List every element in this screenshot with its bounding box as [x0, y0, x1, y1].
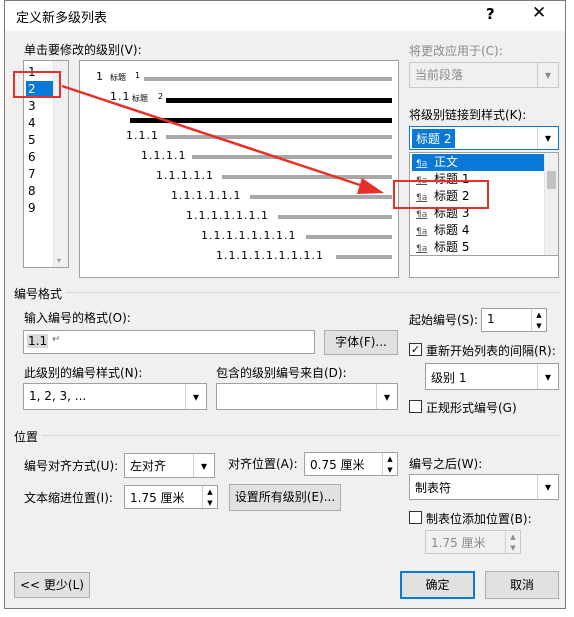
paragraph-mark-icon: ↵	[52, 334, 61, 345]
tab-add-label: 制表位添加位置(B):	[426, 512, 532, 526]
tab-add-value: 1.75 厘米	[431, 536, 486, 550]
align-value: 左对齐	[130, 459, 167, 473]
position-section-label: 位置	[14, 430, 39, 444]
spin-up-icon[interactable]: ▲	[383, 453, 397, 464]
spin-down-icon[interactable]: ▼	[532, 320, 546, 331]
number-style-label: 此级别的编号样式(N):	[24, 366, 143, 380]
align-at-spinner[interactable]: 0.75 厘米 ▲ ▼	[304, 452, 398, 476]
number-format-section-label: 编号格式	[14, 287, 63, 301]
less-button[interactable]: << 更少(L)	[14, 572, 90, 598]
start-at-label: 起始编号(S):	[409, 313, 479, 327]
spin-up-icon[interactable]: ▲	[203, 486, 217, 497]
restart-level-value: 级别 1	[431, 371, 467, 385]
spin-down-icon[interactable]: ▼	[203, 497, 217, 508]
follow-combo[interactable]: 制表符 ▾	[409, 474, 559, 500]
spin-down-icon[interactable]: ▼	[383, 464, 397, 475]
legal-label: 正规形式编号(G)	[426, 401, 517, 415]
follow-value: 制表符	[415, 481, 452, 495]
section-divider	[66, 292, 560, 293]
align-label: 编号对齐方式(U):	[24, 459, 119, 473]
format-value: 1.1	[27, 334, 49, 348]
cancel-button[interactable]: 取消	[485, 571, 559, 599]
font-button[interactable]: 字体(F)...	[324, 330, 398, 355]
indent-spinner[interactable]: 1.75 厘米 ▲ ▼	[124, 485, 218, 509]
tab-add-checkbox[interactable]	[409, 511, 422, 524]
format-label: 输入编号的格式(O):	[24, 311, 131, 325]
align-combo[interactable]: 左对齐 ▾	[124, 453, 215, 478]
check-icon: ✓	[410, 343, 421, 356]
align-at-label: 对齐位置(A):	[228, 457, 298, 471]
tab-add-spinner[interactable]: 1.75 厘米 ▲ ▼	[425, 530, 521, 554]
indent-value: 1.75 厘米	[130, 491, 185, 505]
include-level-combo[interactable]: ▾	[216, 383, 398, 410]
restart-level-combo[interactable]: 级别 1 ▾	[425, 363, 559, 390]
spin-up-icon[interactable]: ▲	[506, 531, 520, 542]
include-level-label: 包含的级别编号来自(D):	[216, 366, 347, 380]
legal-checkbox[interactable]	[409, 400, 422, 413]
align-at-value: 0.75 厘米	[310, 458, 365, 472]
chevron-down-icon: ▾	[376, 384, 397, 409]
restart-label: 重新开始列表的间隔(R):	[426, 344, 556, 358]
number-style-value: 1, 2, 3, ...	[29, 389, 87, 403]
chevron-down-icon: ▾	[537, 364, 558, 389]
chevron-down-icon: ▾	[185, 384, 206, 409]
start-at-spinner[interactable]: 1 ▲ ▼	[481, 308, 547, 332]
section-divider	[42, 435, 560, 436]
set-all-levels-button[interactable]: 设置所有级别(E)...	[229, 484, 341, 511]
spin-down-icon[interactable]: ▼	[506, 542, 520, 553]
follow-label: 编号之后(W):	[409, 457, 483, 471]
chevron-down-icon: ▾	[537, 475, 558, 499]
ok-button[interactable]: 确定	[400, 571, 475, 599]
start-at-value: 1	[487, 312, 495, 326]
number-style-combo[interactable]: 1, 2, 3, ... ▾	[23, 383, 207, 410]
chevron-down-icon: ▾	[193, 454, 214, 477]
spin-up-icon[interactable]: ▲	[532, 309, 546, 320]
restart-checkbox[interactable]: ✓	[409, 343, 422, 356]
indent-label: 文本缩进位置(I):	[24, 491, 113, 505]
number-format-input[interactable]: 1.1 ↵	[23, 330, 315, 354]
